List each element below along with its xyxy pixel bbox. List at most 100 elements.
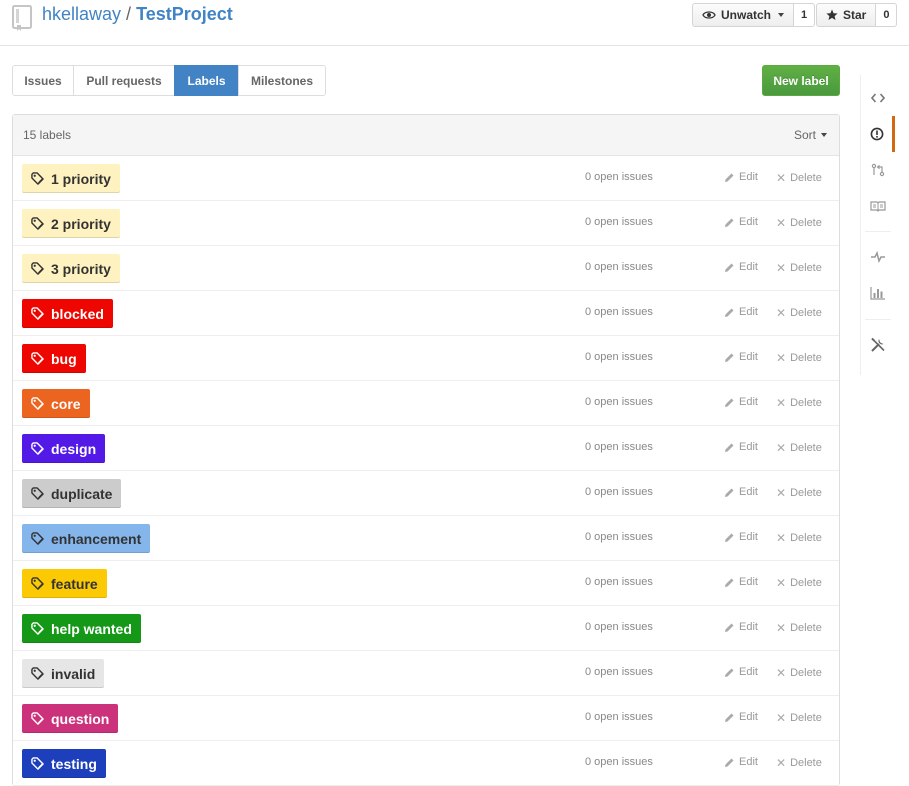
edit-label-button[interactable]: Edit <box>724 306 758 318</box>
watchers-count[interactable]: 1 <box>794 3 816 27</box>
pencil-icon <box>725 398 734 407</box>
delete-label: Delete <box>790 442 822 454</box>
pencil-icon <box>725 173 734 182</box>
labels-list: 1 priority 0 open issues Edit ✕ Delete 2 prio… <box>13 156 839 786</box>
edit-label-button[interactable]: Edit <box>724 171 758 183</box>
label-pill[interactable]: 3 priority <box>22 254 120 283</box>
label-pill[interactable]: design <box>22 434 106 463</box>
label-pill[interactable]: 2 priority <box>22 209 120 238</box>
nav-settings[interactable] <box>861 327 895 363</box>
open-issues-link[interactable]: 0 open issues <box>585 756 653 768</box>
open-issues-link[interactable]: 0 open issues <box>585 171 653 183</box>
label-name: duplicate <box>51 485 113 502</box>
edit-label-button[interactable]: Edit <box>724 396 758 408</box>
new-label-button[interactable]: New label <box>762 65 840 96</box>
sort-dropdown[interactable]: Sort <box>794 128 827 142</box>
label-pill[interactable]: invalid <box>22 659 105 688</box>
pencil-icon <box>725 218 734 227</box>
delete-label-button[interactable]: ✕ Delete <box>776 711 822 725</box>
delete-label: Delete <box>790 307 822 319</box>
open-issues-link[interactable]: 0 open issues <box>585 261 653 273</box>
unwatch-label: Unwatch <box>721 8 772 22</box>
edit-label-button[interactable]: Edit <box>724 486 758 498</box>
edit-label-button[interactable]: Edit <box>724 576 758 588</box>
tab-issues[interactable]: Issues <box>12 65 74 96</box>
open-issues-link[interactable]: 0 open issues <box>585 531 653 543</box>
edit-label-button[interactable]: Edit <box>724 261 758 273</box>
stars-count[interactable]: 0 <box>876 3 898 27</box>
delete-label-button[interactable]: ✕ Delete <box>776 261 822 275</box>
tab-labels[interactable]: Labels <box>174 65 239 96</box>
delete-label: Delete <box>790 577 822 589</box>
label-name: core <box>51 395 81 412</box>
edit-label: Edit <box>739 306 758 318</box>
delete-label-button[interactable]: ✕ Delete <box>776 531 822 545</box>
open-issues-link[interactable]: 0 open issues <box>585 666 653 678</box>
label-pill[interactable]: testing <box>22 749 106 778</box>
edit-label-button[interactable]: Edit <box>724 621 758 633</box>
nav-code[interactable] <box>861 80 895 116</box>
edit-label-button[interactable]: Edit <box>724 756 758 768</box>
edit-label-button[interactable]: Edit <box>724 216 758 228</box>
nav-pull-requests[interactable] <box>861 152 895 188</box>
open-issues-link[interactable]: 0 open issues <box>585 486 653 498</box>
open-issues-link[interactable]: 0 open issues <box>585 216 653 228</box>
label-pill[interactable]: duplicate <box>22 479 122 508</box>
delete-label-button[interactable]: ✕ Delete <box>776 216 822 230</box>
nav-divider <box>865 231 891 232</box>
open-issues-link[interactable]: 0 open issues <box>585 711 653 723</box>
delete-label-button[interactable]: ✕ Delete <box>776 306 822 320</box>
tab-pull-requests[interactable]: Pull requests <box>73 65 175 96</box>
star-button[interactable]: Star <box>816 3 877 27</box>
nav-issues[interactable] <box>861 116 895 152</box>
edit-label: Edit <box>739 441 758 453</box>
pencil-icon <box>725 623 734 632</box>
nav-graphs[interactable] <box>861 275 895 311</box>
edit-label-button[interactable]: Edit <box>724 531 758 543</box>
nav-wiki[interactable] <box>861 188 895 224</box>
delete-label-button[interactable]: ✕ Delete <box>776 351 822 365</box>
open-issues-link[interactable]: 0 open issues <box>585 306 653 318</box>
edit-label-button[interactable]: Edit <box>724 711 758 723</box>
repo-nav <box>860 75 895 375</box>
delete-label-button[interactable]: ✕ Delete <box>776 396 822 410</box>
delete-label-button[interactable]: ✕ Delete <box>776 756 822 770</box>
label-pill[interactable]: bug <box>22 344 86 373</box>
label-pill[interactable]: enhancement <box>22 524 151 553</box>
open-issues-link[interactable]: 0 open issues <box>585 441 653 453</box>
edit-label: Edit <box>739 171 758 183</box>
label-pill[interactable]: question <box>22 704 119 733</box>
open-issues-link[interactable]: 0 open issues <box>585 621 653 633</box>
delete-label-button[interactable]: ✕ Delete <box>776 486 822 500</box>
edit-label-button[interactable]: Edit <box>724 666 758 678</box>
label-row: core 0 open issues Edit ✕ Delete <box>13 381 839 426</box>
edit-label: Edit <box>739 396 758 408</box>
repo-owner-link[interactable]: hkellaway <box>42 4 121 24</box>
edit-label-button[interactable]: Edit <box>724 441 758 453</box>
open-issues-link[interactable]: 0 open issues <box>585 351 653 363</box>
tag-icon <box>31 712 44 725</box>
delete-label: Delete <box>790 172 822 184</box>
delete-label-button[interactable]: ✕ Delete <box>776 621 822 635</box>
label-pill[interactable]: 1 priority <box>22 164 120 193</box>
delete-label-button[interactable]: ✕ Delete <box>776 441 822 455</box>
open-issues-link[interactable]: 0 open issues <box>585 396 653 408</box>
tab-milestones[interactable]: Milestones <box>238 65 326 96</box>
open-issues-link[interactable]: 0 open issues <box>585 576 653 588</box>
delete-label-button[interactable]: ✕ Delete <box>776 666 822 680</box>
label-pill[interactable]: core <box>22 389 90 418</box>
label-pill[interactable]: feature <box>22 569 107 598</box>
edit-label-button[interactable]: Edit <box>724 351 758 363</box>
delete-label-button[interactable]: ✕ Delete <box>776 171 822 185</box>
repo-header: hkellaway / TestProject Unwatch 1 Star 0 <box>0 0 909 46</box>
delete-label-button[interactable]: ✕ Delete <box>776 576 822 590</box>
label-pill[interactable]: help wanted <box>22 614 141 643</box>
eye-icon <box>702 11 716 19</box>
unwatch-button[interactable]: Unwatch <box>692 3 795 27</box>
label-pill[interactable]: blocked <box>22 299 113 328</box>
star-icon <box>826 9 838 20</box>
nav-pulse[interactable] <box>861 239 895 275</box>
pencil-icon <box>725 308 734 317</box>
nav-divider <box>865 319 891 320</box>
repo-name-link[interactable]: TestProject <box>136 4 233 24</box>
